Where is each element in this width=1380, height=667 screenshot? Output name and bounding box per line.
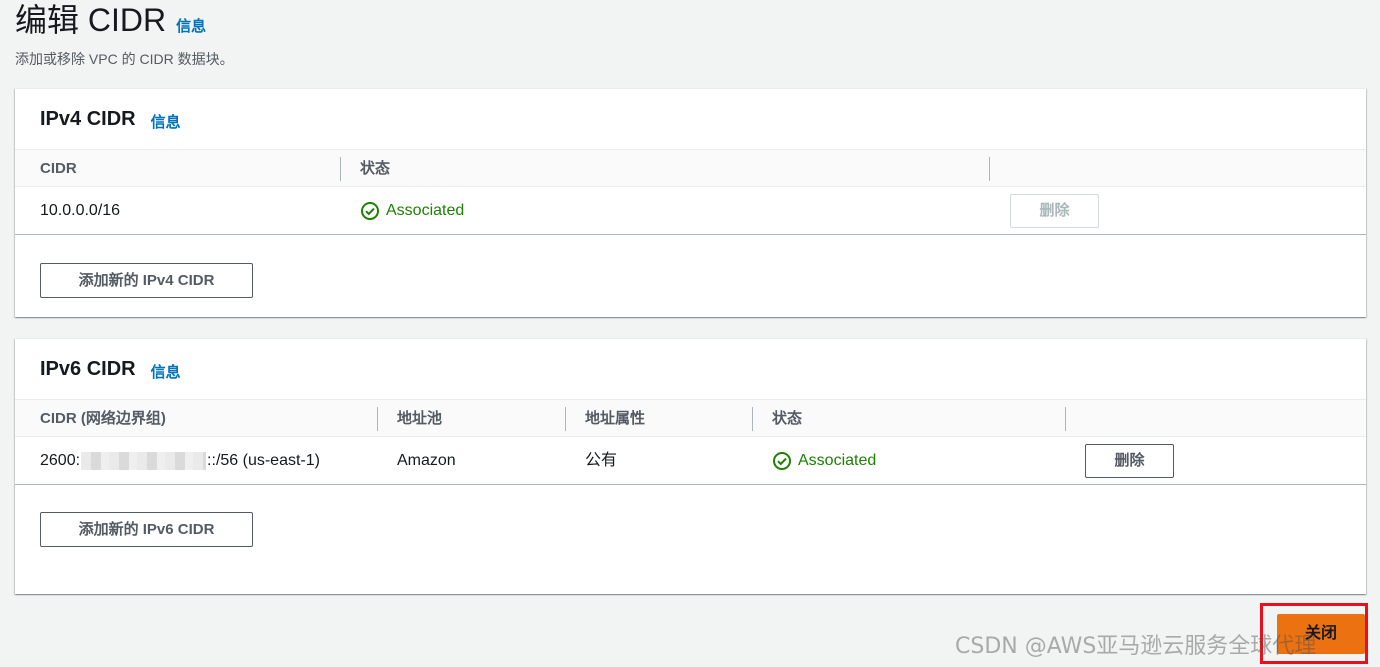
ipv4-col-cidr: CIDR (40, 160, 77, 177)
column-divider[interactable] (752, 407, 753, 431)
ipv4-col-status: 状态 (360, 160, 391, 177)
ipv4-info-link[interactable]: 信息 (151, 111, 181, 132)
ipv6-info-link[interactable]: 信息 (151, 361, 181, 382)
ipv6-col-pool: 地址池 (397, 410, 443, 427)
redacted-mask (81, 451, 207, 470)
ipv6-col-cidr: CIDR (网络边界组) (40, 410, 166, 427)
ipv4-cidr-value: 10.0.0.0/16 (40, 202, 121, 219)
ipv6-col-attribute: 地址属性 (585, 410, 646, 427)
column-divider[interactable] (340, 157, 341, 181)
check-circle-icon (360, 201, 380, 221)
add-ipv6-cidr-button[interactable]: 添加新的 IPv6 CIDR (40, 512, 253, 547)
page-info-link[interactable]: 信息 (176, 15, 206, 36)
ipv4-remove-button[interactable]: 删除 (1010, 194, 1099, 228)
ipv6-panel-title: IPv6 CIDR (40, 357, 136, 380)
ipv4-panel-header: IPv4 CIDR 信息 (15, 89, 1366, 149)
ipv6-status-text: Associated (798, 452, 877, 469)
ipv4-status-text: Associated (386, 202, 465, 219)
ipv6-cidr-prefix: 2600: (40, 452, 81, 469)
page-title: 编辑 CIDR (15, 2, 167, 38)
ipv6-cidr-panel: IPv6 CIDR 信息 CIDR (网络边界组) 地址池 地址属性 状态 26… (15, 338, 1366, 594)
ipv4-table-row: 10.0.0.0/16 Associated 删除 (15, 187, 1366, 235)
column-divider[interactable] (377, 407, 378, 431)
page-title-row: 编辑 CIDR 信息 (15, 0, 234, 44)
column-divider[interactable] (565, 407, 566, 431)
check-circle-icon (772, 451, 792, 471)
column-divider[interactable] (1065, 407, 1066, 431)
ipv6-panel-header: IPv6 CIDR 信息 (15, 339, 1366, 399)
ipv6-remove-button[interactable]: 删除 (1085, 444, 1174, 478)
ipv6-table-header: CIDR (网络边界组) 地址池 地址属性 状态 (15, 399, 1366, 437)
add-ipv4-cidr-button[interactable]: 添加新的 IPv4 CIDR (40, 263, 253, 298)
close-button[interactable]: 关闭 (1277, 614, 1365, 654)
ipv6-col-status: 状态 (772, 410, 803, 427)
page-header: 编辑 CIDR 信息 添加或移除 VPC 的 CIDR 数据块。 (15, 0, 234, 69)
ipv6-table-row: 2600:::/56 (us-east-1) Amazon 公有 Associa… (15, 437, 1366, 485)
ipv6-status: Associated (772, 437, 876, 485)
ipv4-cidr-panel: IPv4 CIDR 信息 CIDR 状态 10.0.0.0/16 Associa… (15, 88, 1366, 317)
ipv6-cidr-suffix: ::/56 (us-east-1) (207, 452, 320, 469)
ipv4-status: Associated (360, 187, 464, 235)
ipv6-attribute-value: 公有 (585, 452, 618, 469)
page-description: 添加或移除 VPC 的 CIDR 数据块。 (15, 51, 234, 67)
ipv6-pool-value: Amazon (397, 452, 456, 469)
ipv6-cidr-value: 2600:::/56 (us-east-1) (40, 437, 320, 485)
ipv4-panel-title: IPv4 CIDR (40, 107, 136, 130)
ipv4-table-header: CIDR 状态 (15, 149, 1366, 187)
column-divider[interactable] (989, 157, 990, 181)
